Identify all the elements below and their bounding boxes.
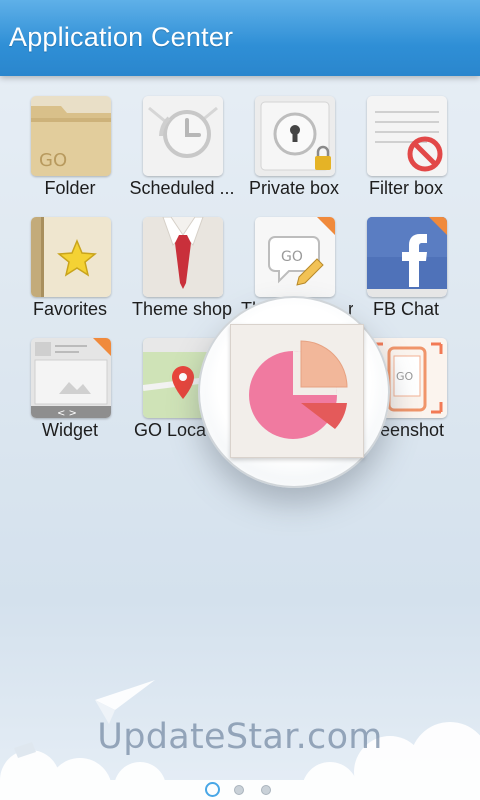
app-widget[interactable]: < > Widget (14, 338, 126, 456)
app-theme-shop[interactable]: Theme shop (126, 217, 238, 335)
app-folder[interactable]: GO Folder (14, 96, 126, 214)
app-label: reenshot (374, 420, 445, 440)
app-label: Filter box (368, 178, 444, 198)
page-indicator (0, 782, 480, 798)
app-fb-chat[interactable]: FB Chat (350, 217, 462, 335)
filter-block-icon (367, 96, 447, 176)
folder-icon: GO (31, 96, 111, 176)
app-filter-box[interactable]: Filter box (350, 96, 462, 214)
app-label: Favorites (32, 299, 108, 319)
app-label: FB Chat (372, 299, 440, 319)
svg-text:GO: GO (281, 249, 303, 265)
pie-chart-icon[interactable] (230, 324, 364, 458)
star-book-icon (31, 217, 111, 297)
go-pencil-icon: GO (255, 217, 335, 297)
app-scheduled[interactable]: Scheduled ... (126, 96, 238, 214)
app-favorites[interactable]: Favorites (14, 217, 126, 335)
page-dot[interactable] (234, 785, 244, 795)
app-label: Folder (44, 178, 96, 198)
widget-icon: < > (31, 338, 111, 418)
app-label: Private box (248, 178, 340, 198)
watermark-text: UpdateStar.com (97, 717, 383, 757)
app-header: Application Center (0, 0, 480, 76)
magnifier-lens (198, 296, 390, 488)
page-title: Application Center (9, 22, 234, 52)
app-label: Scheduled ... (129, 178, 235, 198)
clock-icon (143, 96, 223, 176)
page-dot[interactable] (261, 785, 271, 795)
app-label: Theme shop (131, 299, 233, 319)
page-dot-active[interactable] (205, 782, 220, 797)
app-label: Widget (41, 420, 99, 440)
facebook-icon (367, 217, 447, 297)
svg-text:GO: GO (39, 150, 67, 171)
svg-text:< >: < > (57, 408, 77, 418)
keyhole-lock-icon (255, 96, 335, 176)
app-private-box[interactable]: Private box (238, 96, 350, 214)
shirt-tie-icon (143, 217, 223, 297)
svg-text:GO: GO (396, 370, 414, 383)
